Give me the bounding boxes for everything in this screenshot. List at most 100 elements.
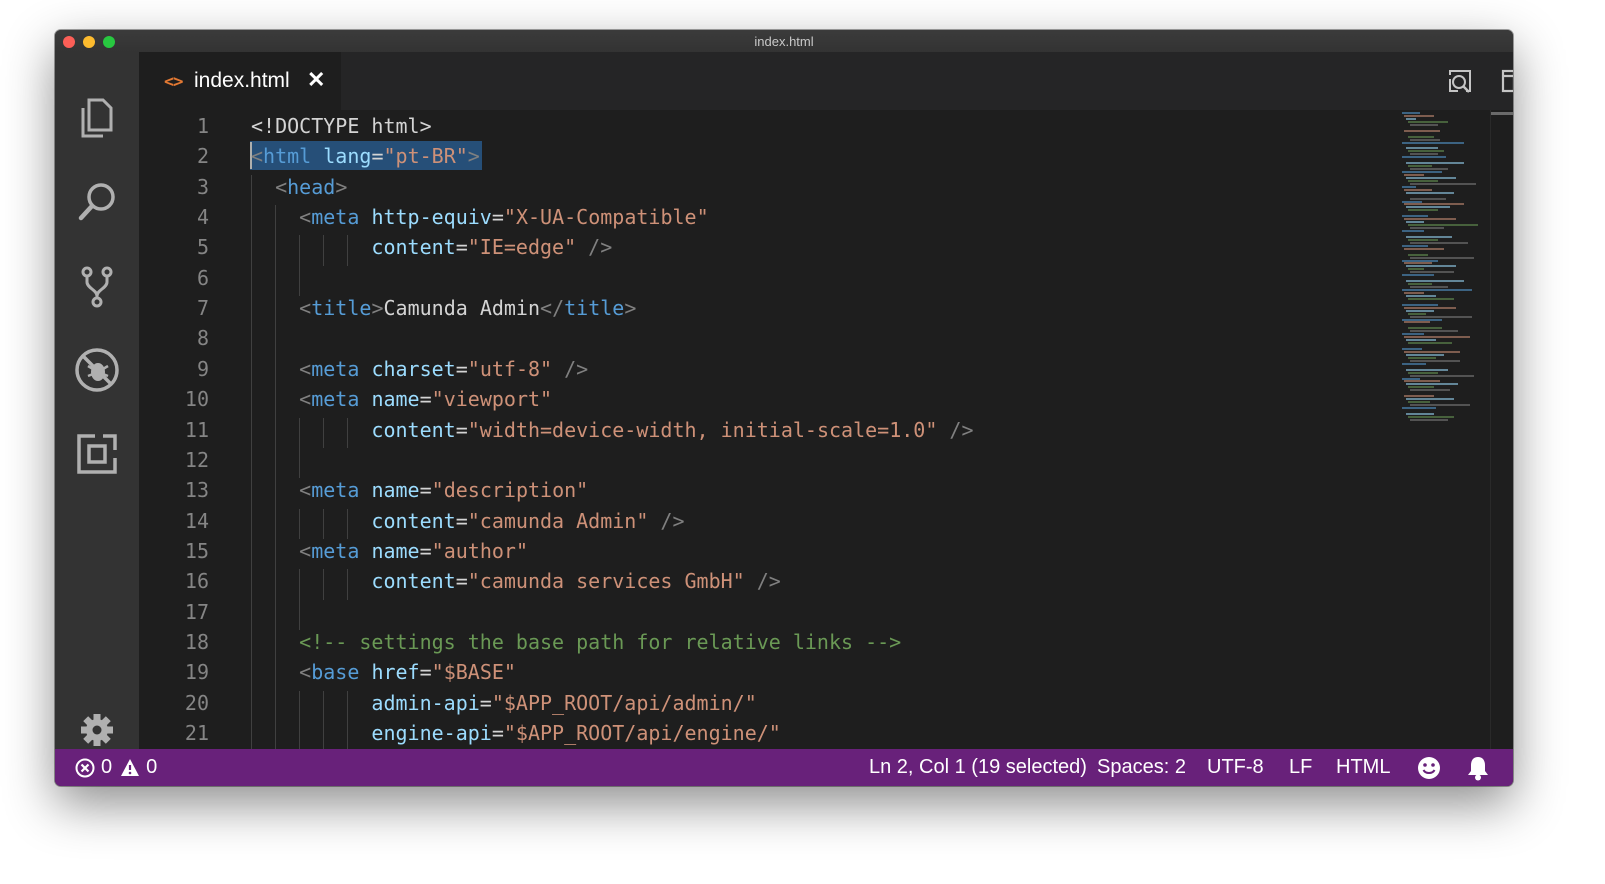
code-token: "$BASE"	[431, 660, 516, 685]
minimap-line	[1404, 395, 1434, 398]
minimap-line	[1408, 238, 1438, 241]
code-token: <	[299, 356, 312, 381]
minimap-line	[1410, 227, 1444, 230]
code-token: =	[491, 721, 504, 745]
eol-setting[interactable]: LF	[1289, 756, 1312, 779]
minimap-line	[1406, 353, 1444, 356]
bell-icon[interactable]	[1466, 755, 1490, 781]
code-token: <	[299, 296, 312, 321]
code-icon: <>	[164, 72, 184, 92]
line-number: 8	[196, 326, 209, 351]
line-number: 15	[184, 538, 209, 563]
minimap-line	[1406, 412, 1434, 415]
code-token: content	[371, 508, 456, 533]
code-token: name	[371, 478, 420, 503]
tab-close-button[interactable]: ✕	[307, 67, 325, 93]
minimap-line	[1404, 262, 1432, 265]
extensions-icon[interactable]	[71, 428, 123, 480]
open-preview-icon[interactable]	[1445, 66, 1475, 96]
code-token: meta	[311, 538, 360, 563]
code-line: content="IE=edge" />	[251, 235, 612, 259]
line-number: 3	[196, 174, 209, 199]
minimap-line	[1404, 336, 1470, 339]
minimap-line	[1410, 271, 1454, 274]
minimap-line	[1404, 247, 1444, 250]
line-number: 21	[184, 721, 209, 745]
split-editor-icon[interactable]	[1499, 66, 1513, 96]
minimap-line	[1404, 188, 1432, 191]
code-token: http-equiv	[371, 205, 492, 230]
minimap[interactable]	[1398, 110, 1493, 749]
code-token: base	[311, 660, 360, 685]
minimap-line	[1410, 153, 1438, 156]
minimap-line	[1402, 244, 1428, 247]
search-icon[interactable]	[71, 176, 123, 228]
code-line: <meta name="viewport"	[251, 387, 552, 411]
tab-label: index.html	[194, 69, 290, 92]
minimap-line	[1410, 138, 1440, 141]
minimap-line	[1406, 294, 1436, 297]
code-token: =	[419, 538, 432, 563]
scrollbar-thumb[interactable]	[1491, 112, 1513, 115]
code-token: <	[275, 174, 288, 199]
minimap-line	[1406, 265, 1456, 268]
code-token: <	[299, 205, 312, 230]
debug-icon[interactable]	[71, 344, 123, 396]
code-token: meta	[311, 205, 360, 230]
code-token: />	[744, 569, 781, 594]
minimap-line	[1408, 209, 1438, 212]
code-token: =	[419, 660, 432, 685]
code-token: title	[311, 296, 372, 321]
minimap-line	[1408, 283, 1432, 286]
code-line: admin-api="$APP_ROOT/api/admin/"	[251, 690, 757, 715]
code-editor[interactable]: 1 2 3 4 5 6 7 8 9 10 11 12 13 14 15 16 17 18 19 20 21 <!DOCT…	[139, 110, 1513, 749]
minimap-line	[1406, 368, 1448, 371]
problems-indicator[interactable]: 0 0	[75, 756, 157, 779]
minimap-line	[1406, 162, 1464, 165]
tab-index-html[interactable]: <> index.html ✕	[139, 52, 341, 110]
code-line: content="camunda services GmbH" />	[251, 569, 781, 594]
code-token: >	[624, 296, 637, 321]
minimap-line	[1402, 171, 1442, 173]
vertical-scrollbar[interactable]	[1490, 110, 1513, 749]
language-mode[interactable]: HTML	[1336, 756, 1390, 779]
code-token: meta	[311, 387, 360, 412]
minimap-line	[1402, 185, 1416, 188]
code-line: <head>	[251, 175, 347, 199]
source-control-icon[interactable]	[71, 260, 123, 312]
code-token: name	[371, 387, 420, 412]
minimap-line	[1406, 206, 1450, 209]
line-number: 4	[196, 205, 209, 230]
indent-guide	[299, 265, 301, 297]
line-number: 16	[184, 569, 209, 594]
minimap-line	[1406, 117, 1416, 120]
indentation-setting[interactable]: Spaces: 2	[1097, 756, 1186, 779]
code-token: "$APP_ROOT/api/admin/"	[491, 690, 757, 715]
encoding-setting[interactable]: UTF-8	[1207, 756, 1264, 779]
line-number: 11	[184, 417, 209, 442]
files-icon[interactable]	[71, 92, 123, 144]
code-token: =	[491, 205, 504, 230]
minimap-line	[1410, 374, 1474, 377]
minimap-line	[1410, 330, 1458, 333]
cursor-position[interactable]: Ln 2, Col 1 (19 selected)	[869, 756, 1087, 779]
minimap-line	[1406, 221, 1424, 224]
minimap-line	[1410, 123, 1438, 126]
smiley-icon[interactable]	[1416, 755, 1442, 781]
code-token: "width=device-width, initial-scale=1.0"	[467, 417, 938, 442]
code-token: <	[299, 538, 312, 563]
minimap-line	[1408, 327, 1442, 330]
minimap-line	[1408, 415, 1454, 418]
minimap-line	[1410, 389, 1450, 392]
code-token: <!DOCTYPE html>	[251, 114, 432, 138]
minimap-line	[1410, 286, 1448, 289]
